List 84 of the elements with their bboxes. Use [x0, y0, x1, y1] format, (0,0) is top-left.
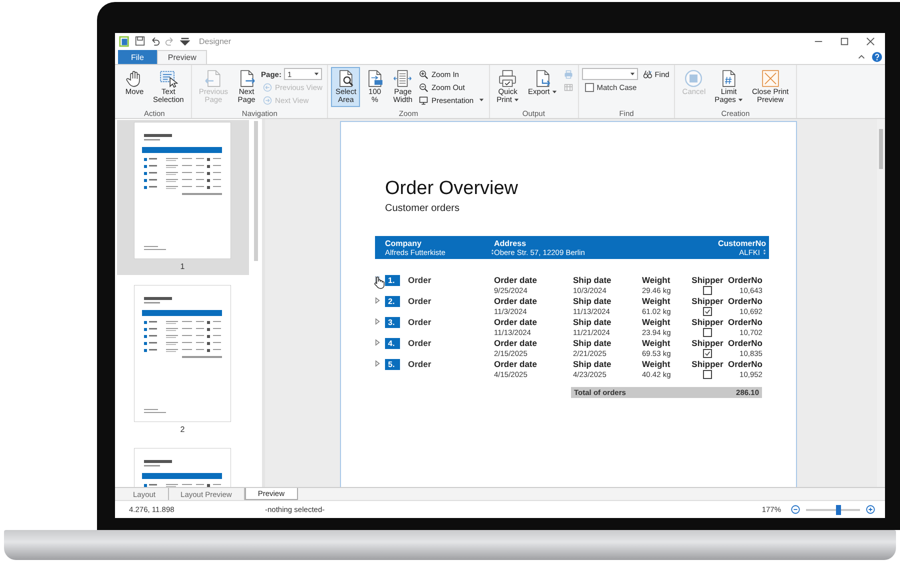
zoom-out-icon — [419, 82, 428, 92]
app-logo-icon — [119, 36, 130, 47]
field-label: Weight — [642, 296, 672, 307]
hand-cursor-icon — [374, 276, 385, 289]
binoculars-icon — [642, 70, 652, 79]
field-label: OrderNo — [728, 296, 762, 307]
file-menu-button[interactable]: File — [118, 50, 157, 64]
back-arrow-icon — [263, 82, 272, 92]
page-width-icon — [393, 69, 412, 88]
expand-arrow-icon[interactable] — [375, 318, 380, 325]
field-label: Ship date — [573, 296, 612, 307]
sort-icon[interactable] — [763, 249, 766, 256]
window-title: Designer — [199, 36, 232, 46]
printer-icon — [498, 69, 518, 88]
page-number: 2 — [180, 424, 185, 434]
order-number: 5. — [385, 358, 400, 370]
field-label: Weight — [642, 316, 672, 328]
expand-arrow-icon[interactable] — [375, 360, 380, 367]
caret-icon — [314, 72, 320, 76]
column-label: Address — [494, 238, 528, 248]
forward-arrow-icon — [263, 96, 272, 105]
field-label: Ship date — [573, 274, 612, 286]
stop-icon — [684, 69, 704, 88]
field-label: Shipper — [692, 274, 724, 286]
order-number: 1. — [385, 274, 400, 286]
field-label: Order date — [494, 296, 538, 307]
field-label: Shipper — [692, 338, 724, 349]
field-label: OrderNo — [728, 358, 762, 370]
order-title: Order — [407, 358, 432, 371]
order-number: 4. — [385, 338, 400, 349]
column-label: CustomerNo — [718, 238, 766, 248]
page-thumbnail[interactable] — [134, 284, 231, 422]
field-label: OrderNo — [728, 316, 762, 328]
undo-icon[interactable] — [150, 36, 160, 46]
field-label: OrderNo — [728, 338, 762, 349]
field-label: Ship date — [573, 338, 612, 349]
field-label: Weight — [642, 338, 672, 349]
monitor-icon — [419, 96, 428, 105]
printer-icon — [564, 70, 573, 79]
field-label: Shipper — [692, 358, 724, 370]
collapse-ribbon-icon[interactable] — [857, 52, 866, 62]
field-label: Order date — [494, 358, 538, 370]
expand-arrow-icon[interactable] — [375, 296, 380, 304]
field-label: Weight — [642, 358, 672, 370]
field-label: Order date — [494, 338, 538, 349]
report-subtitle: Customer orders — [384, 202, 460, 214]
field-label: Ship date — [573, 316, 612, 328]
selected-thumbnail[interactable]: 1 — [116, 120, 248, 275]
page-arrow-icon — [204, 69, 223, 88]
text-selection-icon — [158, 69, 178, 88]
field-label: Order date — [494, 316, 538, 328]
help-icon[interactable] — [872, 52, 882, 62]
save-icon[interactable] — [135, 36, 145, 46]
page-number: 1 — [180, 262, 185, 271]
field-label: Shipper — [692, 316, 724, 328]
page-thumbnail[interactable] — [134, 122, 231, 259]
caret-icon — [630, 72, 635, 76]
sort-icon[interactable] — [491, 249, 494, 256]
close-icon[interactable] — [866, 36, 875, 46]
report-title: Order Overview — [384, 178, 520, 200]
maximize-icon[interactable] — [840, 36, 849, 46]
zoom-in-icon — [419, 70, 428, 79]
checkbox[interactable] — [584, 82, 594, 92]
ribbon-tab[interactable]: Preview — [156, 50, 208, 64]
scrollbar[interactable] — [877, 118, 885, 487]
grid-icon — [564, 82, 573, 92]
field-label: OrderNo — [728, 274, 762, 286]
zoom-in-icon[interactable] — [866, 505, 875, 514]
order-title: Order — [407, 296, 432, 308]
order-number: 3. — [385, 316, 400, 328]
column-label: Company — [385, 238, 422, 248]
customize-caret-icon[interactable] — [180, 36, 190, 46]
zoom-out-icon[interactable] — [791, 505, 800, 514]
field-label: Shipper — [692, 296, 724, 307]
order-title: Order — [407, 316, 432, 329]
field-label: Order date — [494, 274, 538, 286]
order-title: Order — [407, 274, 432, 287]
order-title: Order — [407, 338, 432, 350]
field-label: Ship date — [573, 358, 612, 370]
expand-arrow-icon[interactable] — [375, 338, 380, 346]
close-icon — [760, 69, 780, 88]
order-number: 2. — [385, 296, 400, 307]
field-label: Weight — [642, 274, 672, 286]
dropdown-field[interactable] — [582, 68, 638, 80]
